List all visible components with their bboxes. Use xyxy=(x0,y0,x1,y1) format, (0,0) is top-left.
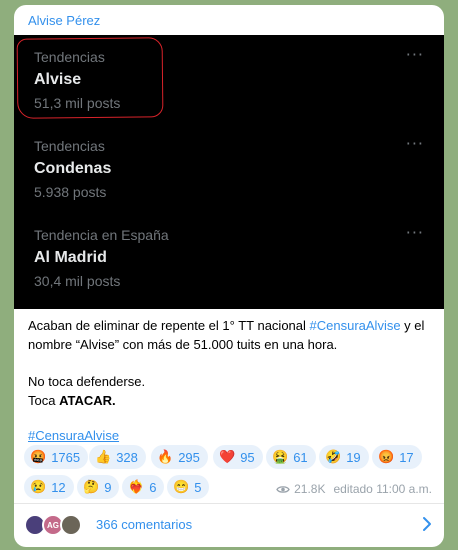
hashtag-link[interactable]: #CensuraAlvise xyxy=(28,428,119,443)
trend-posts: 5.938 posts xyxy=(34,184,107,200)
reaction-count: 295 xyxy=(178,449,200,465)
avatar xyxy=(60,514,82,536)
thinking-face-icon: 🤔 xyxy=(83,479,100,494)
reaction-count: 1765 xyxy=(51,449,81,465)
crying-face-icon: 😢 xyxy=(30,479,47,494)
reaction-count: 9 xyxy=(104,479,112,495)
reaction-button[interactable]: 🤬 1765 xyxy=(24,445,89,469)
text-segment: Acaban de eliminar de repente el 1° TT n… xyxy=(28,318,310,333)
heart-on-fire-icon: ❤️‍🔥 xyxy=(128,479,145,494)
message-text: Acaban de eliminar de repente el 1° TT n… xyxy=(28,316,428,410)
trend-name: Alvise xyxy=(34,71,82,88)
trend-name: Condenas xyxy=(34,160,112,177)
vomiting-face-icon: 🤮 xyxy=(272,449,289,464)
reaction-button[interactable]: 🔥 295 xyxy=(151,445,208,469)
reaction-button[interactable]: 😡 17 xyxy=(372,445,422,469)
trend-posts: 51,3 mil posts xyxy=(34,95,121,111)
trend-category: Tendencia en España xyxy=(34,227,169,243)
hashtag-link[interactable]: #CensuraAlvise xyxy=(310,318,401,333)
trends-screenshot[interactable]: Tendencias Alvise 51,3 mil posts ··· Ten… xyxy=(14,35,444,309)
cursing-face-icon: 🤬 xyxy=(30,449,47,464)
more-icon: ··· xyxy=(405,45,424,64)
reaction-button[interactable]: ❤️ 95 xyxy=(213,445,263,469)
reaction-button[interactable]: 😢 12 xyxy=(24,475,74,499)
angry-face-icon: 😡 xyxy=(378,449,395,464)
trend-item: Tendencia en España Al Madrid 30,4 mil p… xyxy=(34,223,424,289)
more-icon: ··· xyxy=(405,134,424,153)
message-meta: 21.8K editado 11:00 a.m. xyxy=(276,482,432,496)
trend-name: Al Madrid xyxy=(34,249,107,266)
bold-text: ATACAR. xyxy=(59,393,116,408)
reaction-button[interactable]: 👍 328 xyxy=(89,445,146,469)
chevron-right-icon[interactable] xyxy=(422,516,432,532)
edited-time: editado 11:00 a.m. xyxy=(333,482,432,496)
reaction-button[interactable]: 🤔 9 xyxy=(77,475,120,499)
trend-category: Tendencias xyxy=(34,138,105,154)
reaction-button[interactable]: 😁 5 xyxy=(167,475,210,499)
reaction-count: 5 xyxy=(194,479,202,495)
reaction-button[interactable]: 🤮 61 xyxy=(266,445,316,469)
reaction-button[interactable]: 🤣 19 xyxy=(319,445,369,469)
eye-icon xyxy=(276,485,290,493)
comments-footer[interactable]: AG 366 comentarios xyxy=(14,504,444,547)
fire-icon: 🔥 xyxy=(157,449,174,464)
reaction-count: 95 xyxy=(240,449,255,465)
trend-item: Tendencias Condenas 5.938 posts ··· xyxy=(34,134,424,200)
author-name[interactable]: Alvise Pérez xyxy=(28,13,100,28)
rofl-icon: 🤣 xyxy=(325,449,342,464)
more-icon: ··· xyxy=(405,223,424,242)
reaction-count: 12 xyxy=(51,479,66,495)
reaction-count: 6 xyxy=(149,479,157,495)
view-count: 21.8K xyxy=(294,482,326,496)
grinning-face-icon: 😁 xyxy=(173,479,190,494)
reaction-count: 17 xyxy=(399,449,414,465)
text-segment: Toca xyxy=(28,393,60,408)
trend-posts: 30,4 mil posts xyxy=(34,273,121,289)
comments-count[interactable]: 366 comentarios xyxy=(96,517,192,532)
reaction-count: 19 xyxy=(346,449,361,465)
reaction-count: 328 xyxy=(116,449,138,465)
thumbs-up-icon: 👍 xyxy=(95,449,112,464)
message-bubble: Alvise Pérez Tendencias Alvise 51,3 mil … xyxy=(14,5,444,547)
reaction-button[interactable]: ❤️‍🔥 6 xyxy=(122,475,165,499)
trend-item: Tendencias Alvise 51,3 mil posts ··· xyxy=(34,45,424,111)
heart-icon: ❤️ xyxy=(219,449,236,464)
text-line: No toca defenderse. xyxy=(28,374,146,389)
trend-category: Tendencias xyxy=(34,49,105,65)
reaction-count: 61 xyxy=(293,449,308,465)
